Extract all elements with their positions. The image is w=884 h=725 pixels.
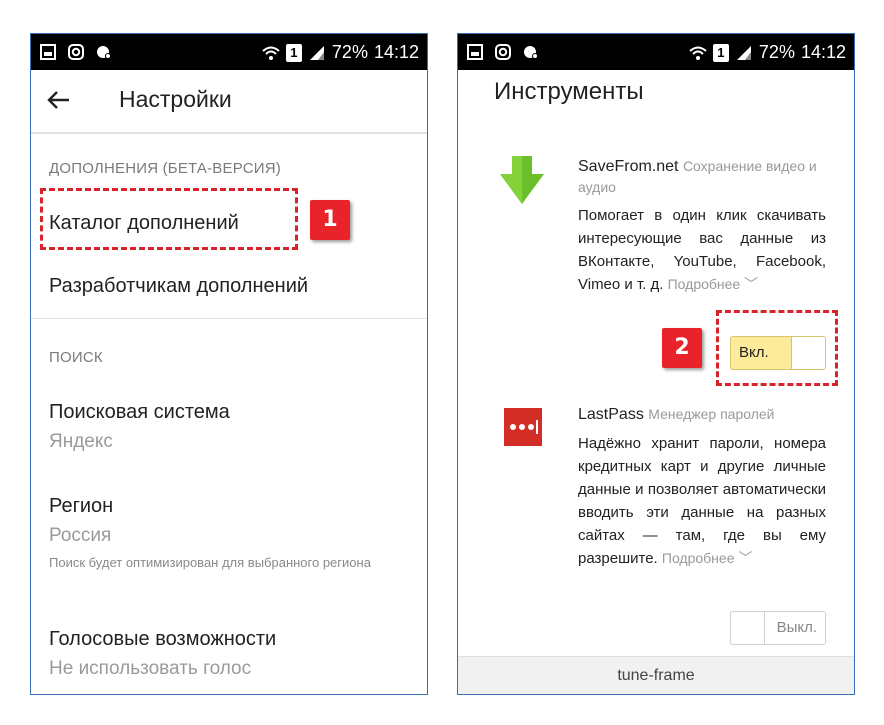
extension-category: Менеджер паролей <box>648 406 775 422</box>
signal-icon <box>309 45 324 60</box>
divider <box>31 318 427 319</box>
gallery-notification-icon <box>40 44 56 60</box>
sim-icon: 1 <box>712 43 729 62</box>
extension-description-lastpass: Надёжно хранит пароли, номера кредитных … <box>578 435 826 567</box>
toggle-knob <box>731 612 765 644</box>
search-engine-value: Яндекс <box>49 431 113 452</box>
app-notification-icon <box>97 46 111 59</box>
page-title: Настройки <box>119 86 232 112</box>
app-notification-icon <box>524 46 538 59</box>
back-arrow-icon[interactable] <box>45 86 73 114</box>
step-badge-2: 2 <box>662 328 702 368</box>
tune-frame-footer: tune-frame <box>458 656 854 694</box>
step-badge-1: 1 <box>310 200 350 240</box>
status-bar: 1 72% 14:12 <box>31 34 427 70</box>
region-note: Поиск будет оптимизирован для выбранного… <box>49 555 371 570</box>
instagram-notification-icon <box>68 44 84 60</box>
wifi-icon <box>262 46 280 60</box>
status-bar: 1 72% 14:12 <box>458 34 854 70</box>
voice-item[interactable]: Голосовые возможности <box>49 628 276 651</box>
app-bar: Настройки <box>31 70 427 134</box>
extension-description-savefrom: Помогает в один клик скачивать интересую… <box>578 207 826 293</box>
region-value: Россия <box>49 525 112 546</box>
instagram-notification-icon <box>495 44 511 60</box>
extension-name-savefrom: SaveFrom.net Сохранение видео и аудио <box>578 158 817 195</box>
status-time: 14:12 <box>373 42 419 62</box>
status-time: 14:12 <box>800 42 846 62</box>
battery-percent: 72% <box>758 42 795 62</box>
sim-icon: 1 <box>285 43 302 62</box>
wifi-icon <box>689 46 707 60</box>
battery-percent: 72% <box>331 42 368 62</box>
callout-highlight-1 <box>40 188 298 250</box>
callout-highlight-2 <box>716 310 838 386</box>
page-title: Инструменты <box>494 78 644 105</box>
section-header-search: ПОИСК <box>49 349 103 366</box>
gallery-notification-icon <box>467 44 483 60</box>
settings-screen: 1 72% 14:12 Настройки ДОПОЛНЕНИЯ (БЕТА-В… <box>30 33 428 695</box>
search-engine-item[interactable]: Поисковая система <box>49 401 230 424</box>
more-link[interactable]: Подробнее ﹀ <box>668 276 759 292</box>
extension-name-lastpass: LastPass Менеджер паролей <box>578 406 775 423</box>
chevron-down-icon: ﹀ <box>738 550 753 566</box>
download-arrow-icon <box>500 156 544 204</box>
lastpass-toggle[interactable]: Выкл. <box>730 611 826 645</box>
addons-developers-item[interactable]: Разработчикам дополнений <box>49 275 308 298</box>
region-item[interactable]: Регион <box>49 495 113 518</box>
lastpass-logo-icon <box>504 408 542 446</box>
voice-value: Не использовать голос <box>49 658 252 679</box>
chevron-down-icon: ﹀ <box>744 276 759 292</box>
signal-icon <box>736 45 751 60</box>
more-link[interactable]: Подробнее ﹀ <box>662 550 753 566</box>
section-header-addons: ДОПОЛНЕНИЯ (БЕТА-ВЕРСИЯ) <box>49 160 281 177</box>
